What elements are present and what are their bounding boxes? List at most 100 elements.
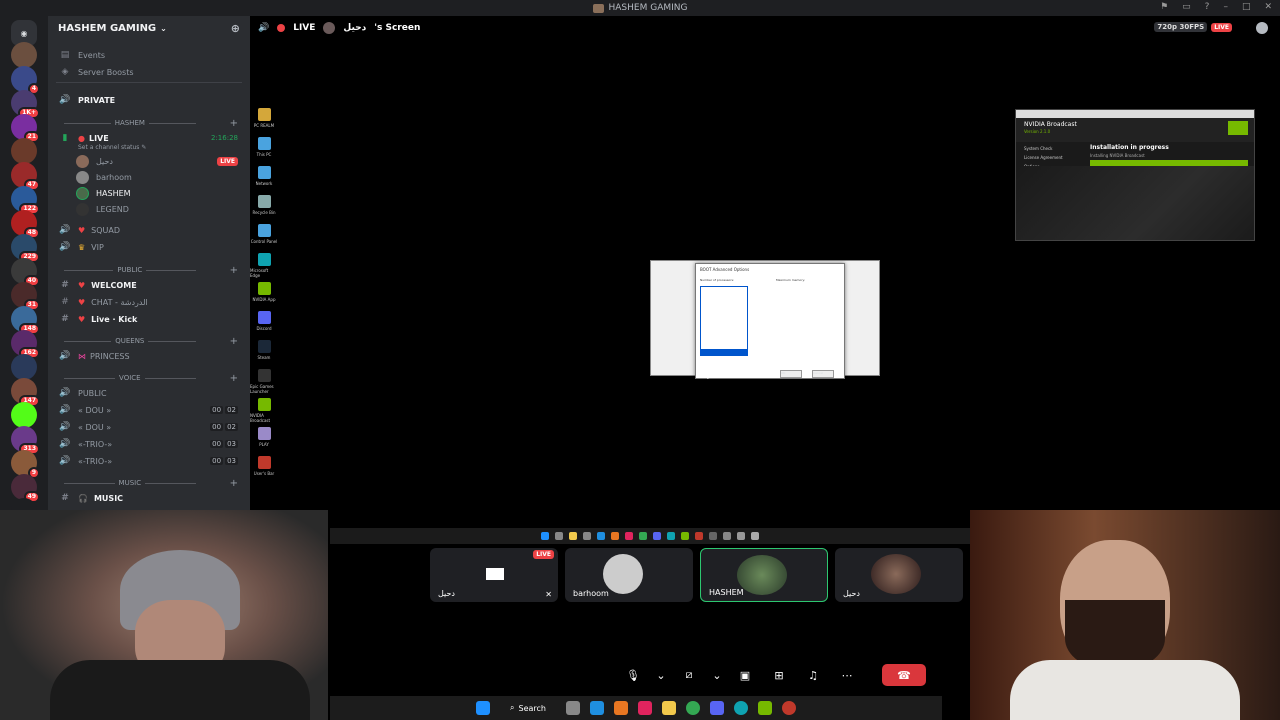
participant-tile[interactable]: HASHEM <box>700 548 828 602</box>
app-icon[interactable] <box>637 701 652 715</box>
server-icon[interactable]: 1K+ <box>11 90 40 119</box>
desktop-icon[interactable]: NVIDIA App <box>250 282 278 310</box>
category-public[interactable]: PUBLIC + <box>60 265 238 276</box>
desktop-icon[interactable]: Steam <box>250 340 278 368</box>
boosts-item[interactable]: ◈ Server Boosts <box>48 64 250 80</box>
server-icon[interactable]: 147 <box>11 378 40 407</box>
add-channel-icon[interactable]: + <box>230 265 238 276</box>
server-icon[interactable]: 40 <box>11 258 40 287</box>
desktop-icon[interactable]: Epic Games Launcher <box>250 369 278 397</box>
desktop-icon[interactable]: PLAY <box>250 427 278 455</box>
discord-icon[interactable] <box>709 701 724 715</box>
desktop-icon[interactable]: Recycle Bin <box>250 195 278 223</box>
screen-share-icon[interactable]: ▣ <box>734 664 756 686</box>
server-icon[interactable]: 148 <box>11 306 40 335</box>
soundboard-icon[interactable]: ♫ <box>802 664 824 686</box>
server-icon[interactable]: 162 <box>11 330 40 359</box>
server-icon[interactable] <box>11 138 37 164</box>
chevron-down-icon[interactable]: ⌄ <box>712 664 722 686</box>
activities-icon[interactable]: ⊞ <box>768 664 790 686</box>
channel-private[interactable]: 🔊 PRIVATE <box>48 92 250 108</box>
file-explorer-icon[interactable] <box>589 701 604 715</box>
more-icon[interactable]: ⋯ <box>836 664 858 686</box>
add-user-icon[interactable]: ⊕ <box>231 22 240 35</box>
taskbar-search[interactable]: ⌕ Search <box>500 703 556 713</box>
inbox-icon[interactable]: ▭ <box>1182 2 1191 12</box>
settings-icon[interactable] <box>1256 22 1268 34</box>
voice-user[interactable]: دحيل LIVE <box>76 154 238 169</box>
channel-vip[interactable]: 🔊 ♛ VIP <box>48 239 250 255</box>
channel-welcome[interactable]: # ♥ WELCOME <box>48 277 250 293</box>
maximize-icon[interactable]: □ <box>1242 2 1251 12</box>
category-hashem[interactable]: HASHEM + <box>60 118 238 129</box>
cloud-icon[interactable] <box>613 701 628 715</box>
desktop-icon[interactable]: User's Bar <box>250 456 278 484</box>
ok-button[interactable]: OK <box>780 370 802 378</box>
server-icon[interactable]: 49 <box>11 474 40 503</box>
guild-header[interactable]: HASHEM GAMING ⌄ ⊕ <box>48 16 250 40</box>
channel-dou-1[interactable]: 🔊 « DOU » 00 02 <box>48 402 250 418</box>
desktop-icon[interactable]: This PC <box>250 137 278 165</box>
server-icon[interactable] <box>11 402 37 428</box>
events-item[interactable]: ▤ Events <box>48 47 250 63</box>
nvidia-icon[interactable] <box>757 701 772 715</box>
add-channel-icon[interactable]: + <box>230 118 238 129</box>
chevron-down-icon[interactable]: ⌄ <box>656 664 666 686</box>
windows-start-icon[interactable] <box>476 701 491 715</box>
voice-user[interactable]: barhoom <box>76 170 132 185</box>
server-icon[interactable]: 9 <box>11 450 40 479</box>
cancel-button[interactable]: Cancel <box>812 370 834 378</box>
help-icon[interactable]: ? <box>1205 2 1210 12</box>
processor-dropdown[interactable] <box>700 286 748 356</box>
app-icon[interactable] <box>781 701 796 715</box>
channel-dou-2[interactable]: 🔊 « DOU » 00 02 <box>48 419 250 435</box>
channel-squad[interactable]: 🔊 ♥ SQUAD <box>48 222 250 238</box>
voice-user[interactable]: HASHEM <box>76 186 131 201</box>
minimize-icon[interactable]: – <box>1223 2 1228 12</box>
category-music[interactable]: MUSIC + <box>60 478 238 489</box>
channel-princess[interactable]: 🔊 ⋈ PRINCESS <box>48 348 250 364</box>
channel-trio-2[interactable]: 🔊 «-TRIO-» 00 03 <box>48 453 250 469</box>
server-icon[interactable]: 47 <box>11 162 40 191</box>
desktop-icon[interactable]: PC REALM <box>250 108 278 136</box>
disconnect-button[interactable]: ☎ <box>882 664 926 686</box>
microphone-icon[interactable]: 🎙 <box>622 664 644 686</box>
edge-icon[interactable] <box>733 701 748 715</box>
settings-icon[interactable] <box>565 701 580 715</box>
category-queens[interactable]: QUEENS + <box>60 336 238 347</box>
desktop-icon[interactable]: Microsoft Edge <box>250 253 278 281</box>
channel-trio-1[interactable]: 🔊 «-TRIO-» 00 03 <box>48 436 250 452</box>
folder-icon[interactable] <box>661 701 676 715</box>
participant-tile[interactable]: barhoom <box>565 548 693 602</box>
speaker-icon: 🔊 <box>59 95 71 105</box>
voice-user[interactable]: LEGEND <box>76 202 129 217</box>
server-icon[interactable] <box>11 354 37 380</box>
server-icon[interactable]: 21 <box>11 114 40 143</box>
desktop-icon[interactable]: NVIDIA Broadcast <box>250 398 278 426</box>
server-icon[interactable]: 229 <box>11 234 40 263</box>
server-icon[interactable] <box>11 42 37 68</box>
add-channel-icon[interactable]: + <box>230 336 238 347</box>
server-icon[interactable]: 4 <box>11 66 40 95</box>
channel-live-kick[interactable]: # ♥ Live · Kick <box>48 311 250 327</box>
desktop-icon[interactable]: Control Panel <box>250 224 278 252</box>
channel-music[interactable]: # 🎧 MUSIC <box>48 490 250 506</box>
chrome-icon[interactable] <box>685 701 700 715</box>
participant-tile[interactable]: دحيل <box>835 548 963 602</box>
server-icon[interactable]: 31 <box>11 282 40 311</box>
participant-tile[interactable]: LIVE دحيل ✕ <box>430 548 558 602</box>
add-channel-icon[interactable]: + <box>230 373 238 384</box>
server-icon[interactable]: 313 <box>11 426 40 455</box>
category-voice[interactable]: VOICE + <box>60 373 238 384</box>
flag-icon[interactable]: ⚑ <box>1160 2 1168 12</box>
channel-chat[interactable]: # ♥ CHAT - الدردشة <box>48 294 250 310</box>
close-icon[interactable]: ✕ <box>1264 2 1272 12</box>
channel-status[interactable]: Set a channel status ✎ <box>78 144 146 151</box>
server-icon[interactable]: 122 <box>11 186 40 215</box>
server-icon[interactable]: 48 <box>11 210 40 239</box>
camera-off-icon[interactable]: ⧄ <box>678 664 700 686</box>
channel-public-voice[interactable]: 🔊 PUBLIC <box>48 385 250 401</box>
add-channel-icon[interactable]: + <box>230 478 238 489</box>
desktop-icon[interactable]: Discord <box>250 311 278 339</box>
desktop-icon[interactable]: Network <box>250 166 278 194</box>
